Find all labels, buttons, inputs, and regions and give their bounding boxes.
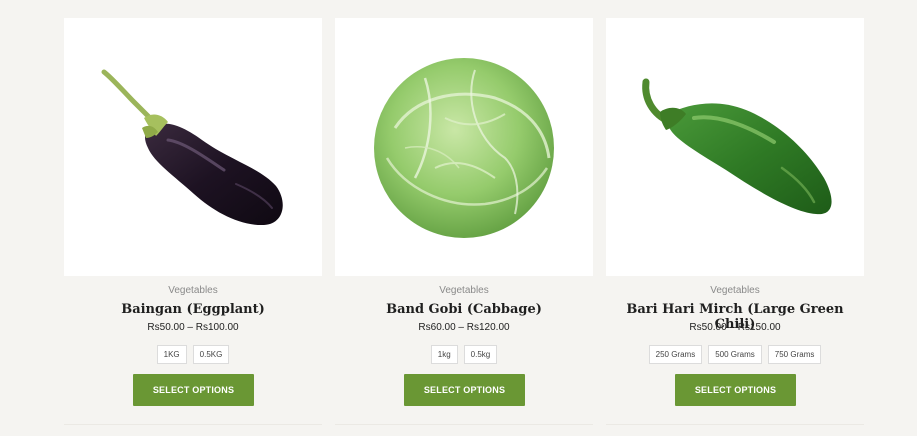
product-card: Vegetables Baingan (Eggplant) Rs50.00 – … <box>64 18 322 436</box>
eggplant-image <box>101 69 283 226</box>
variation-option[interactable]: 250 Grams <box>648 345 703 364</box>
product-price: Rs50.00 – Rs100.00 <box>147 322 239 333</box>
green-chili-image <box>642 78 832 215</box>
product-card: Vegetables Band Gobi (Cabbage) Rs60.00 –… <box>335 18 593 436</box>
product-image-link[interactable] <box>335 18 593 276</box>
variation-option[interactable]: 0.5kg <box>463 345 498 364</box>
select-options-button[interactable]: SELECT OPTIONS <box>404 374 525 406</box>
variation-option[interactable]: 750 Grams <box>767 345 822 364</box>
product-image-link[interactable] <box>64 18 322 276</box>
cabbage-image <box>374 58 554 238</box>
variation-swatches: 1KG 0.5KG <box>64 345 322 364</box>
divider <box>64 424 322 425</box>
variation-swatches: 1kg 0.5kg <box>335 345 593 364</box>
product-price: Rs50.00 – Rs150.00 <box>689 322 781 333</box>
variation-option[interactable]: 1kg <box>430 345 458 364</box>
product-price: Rs60.00 – Rs120.00 <box>418 322 510 333</box>
product-image-link[interactable] <box>606 18 864 276</box>
variation-swatches: 250 Grams 500 Grams 750 Grams <box>606 345 864 364</box>
product-category[interactable]: Vegetables <box>606 285 864 296</box>
product-title[interactable]: Band Gobi (Cabbage) <box>335 302 593 317</box>
product-title[interactable]: Baingan (Eggplant) <box>64 302 322 317</box>
product-category[interactable]: Vegetables <box>335 285 593 296</box>
select-options-button[interactable]: SELECT OPTIONS <box>133 374 254 406</box>
divider <box>606 424 864 425</box>
variation-option[interactable]: 1KG <box>156 345 187 364</box>
divider <box>335 424 593 425</box>
product-category[interactable]: Vegetables <box>64 285 322 296</box>
variation-option[interactable]: 0.5KG <box>192 345 230 364</box>
select-options-button[interactable]: SELECT OPTIONS <box>675 374 796 406</box>
variation-option[interactable]: 500 Grams <box>708 345 762 364</box>
product-card: Vegetables Bari Hari Mirch (Large Green … <box>606 18 864 436</box>
